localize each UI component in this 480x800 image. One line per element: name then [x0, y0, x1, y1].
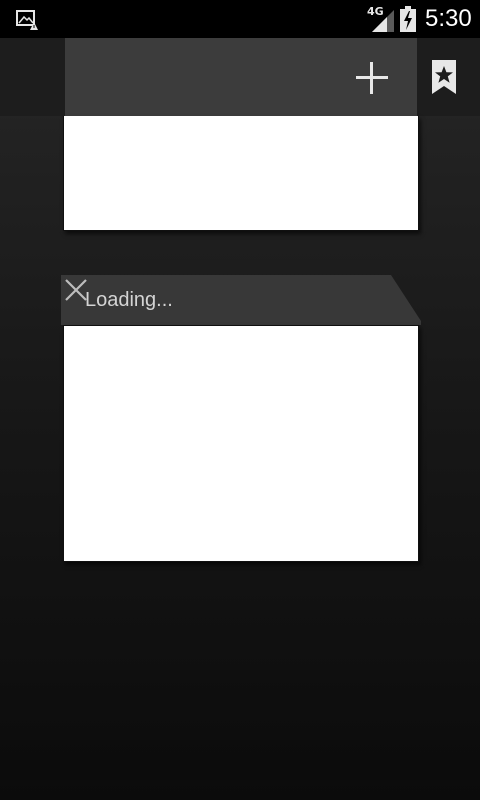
tab-thumbnail[interactable] — [63, 116, 419, 231]
close-icon[interactable] — [61, 275, 91, 305]
clock: 5:30 — [425, 5, 472, 32]
tab-thumbnail[interactable] — [63, 325, 419, 562]
tab-title: Loading... — [85, 289, 173, 311]
signal-strength-icon — [372, 10, 394, 32]
tab-header: Loading... — [61, 275, 421, 325]
battery-charging-icon — [400, 6, 416, 32]
image-warning-icon — [16, 10, 38, 30]
tab-switcher-screen: 4G 5:30 Loading... — [0, 0, 480, 800]
bookmark-star-icon[interactable] — [426, 56, 462, 100]
tab-card[interactable]: Loading... — [61, 275, 423, 565]
status-bar: 4G 5:30 — [0, 0, 480, 38]
plus-icon[interactable] — [350, 56, 394, 100]
